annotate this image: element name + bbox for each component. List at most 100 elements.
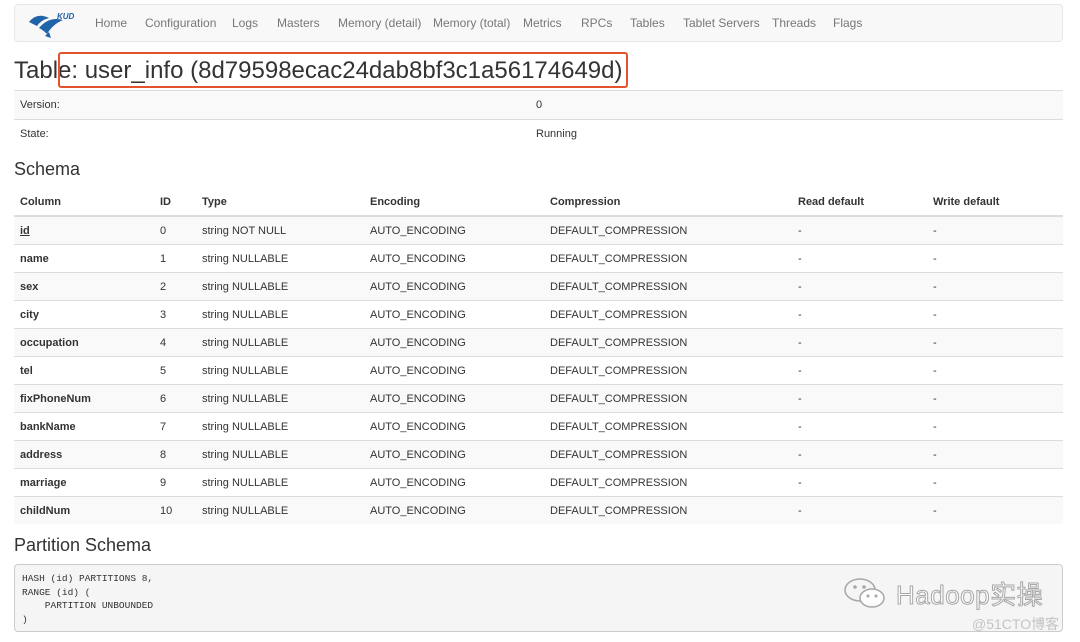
schema-cell: - (927, 496, 1063, 524)
schema-cell: string NULLABLE (196, 300, 364, 329)
nav-flags[interactable]: Flags (833, 5, 862, 41)
nav-metrics[interactable]: Metrics (523, 5, 562, 41)
column-name-cell: childNum (14, 496, 154, 524)
schema-cell: - (792, 244, 927, 273)
schema-cell: string NULLABLE (196, 328, 364, 357)
schema-cell: DEFAULT_COMPRESSION (544, 244, 792, 273)
schema-cell: - (927, 412, 1063, 441)
column-name-cell: fixPhoneNum (14, 384, 154, 413)
schema-cell: AUTO_ENCODING (364, 244, 544, 273)
partition-schema-title: Partition Schema (14, 535, 152, 555)
column-name-cell: occupation (14, 328, 154, 357)
schema-cell: DEFAULT_COMPRESSION (544, 328, 792, 357)
schema-cell: AUTO_ENCODING (364, 215, 544, 245)
schema-header-row: Column ID Type Encoding Compression Read defa… (14, 188, 1063, 217)
schema-cell: string NULLABLE (196, 356, 364, 385)
schema-cell: AUTO_ENCODING (364, 328, 544, 357)
nav-masters[interactable]: Masters (277, 5, 320, 41)
schema-cell: - (927, 272, 1063, 301)
table-row: tel 5 string NULLABLE AUTO_ENCODING DEFAULT_… (14, 356, 1063, 385)
schema-cell: 6 (154, 384, 196, 413)
table-row: marriage 9 string NULLABLE AUTO_ENCODING DEF… (14, 468, 1063, 497)
schema-cell: - (792, 215, 927, 245)
schema-cell: 1 (154, 244, 196, 273)
schema-cell: AUTO_ENCODING (364, 356, 544, 385)
schema-cell: string NULLABLE (196, 384, 364, 413)
schema-cell: string NULLABLE (196, 496, 364, 524)
schema-cell: - (927, 328, 1063, 357)
table-row: bankName 7 string NULLABLE AUTO_ENCODING DEF… (14, 412, 1063, 441)
schema-cell: string NULLABLE (196, 468, 364, 497)
info-value: Running (530, 119, 1063, 148)
watermark: Hadoop实操 (842, 576, 1043, 610)
schema-cell: DEFAULT_COMPRESSION (544, 384, 792, 413)
info-label: Version: (14, 90, 530, 120)
schema-cell: 10 (154, 496, 196, 524)
schema-header-cell: ID (154, 188, 196, 217)
schema-cell: - (927, 215, 1063, 245)
schema-cell: - (927, 356, 1063, 385)
column-name-cell: bankName (14, 412, 154, 441)
schema-cell: - (927, 300, 1063, 329)
schema-header-cell: Column (14, 188, 154, 217)
column-name-cell: city (14, 300, 154, 329)
schema-cell: DEFAULT_COMPRESSION (544, 468, 792, 497)
schema-cell: AUTO_ENCODING (364, 272, 544, 301)
column-name-cell: tel (14, 356, 154, 385)
kudu-logo[interactable]: KUDU (27, 8, 80, 40)
schema-cell: DEFAULT_COMPRESSION (544, 300, 792, 329)
schema-cell: - (927, 440, 1063, 469)
schema-cell: AUTO_ENCODING (364, 412, 544, 441)
schema-cell: - (792, 272, 927, 301)
schema-cell: string NULLABLE (196, 412, 364, 441)
schema-cell: - (927, 468, 1063, 497)
nav-threads[interactable]: Threads (772, 5, 816, 41)
schema-header-cell: Type (196, 188, 364, 217)
schema-cell: - (792, 300, 927, 329)
nav-configuration[interactable]: Configuration (145, 5, 216, 41)
schema-cell: 3 (154, 300, 196, 329)
schema-cell: DEFAULT_COMPRESSION (544, 412, 792, 441)
table-row: childNum 10 string NULLABLE AUTO_ENCODING DE… (14, 496, 1063, 524)
nav-logs[interactable]: Logs (232, 5, 258, 41)
info-row-version: Version: 0 (14, 90, 1063, 120)
table-row: address 8 string NULLABLE AUTO_ENCODING DEFA… (14, 440, 1063, 469)
schema-cell: DEFAULT_COMPRESSION (544, 215, 792, 245)
nav-memory-total[interactable]: Memory (total) (433, 5, 510, 41)
schema-cell: AUTO_ENCODING (364, 496, 544, 524)
schema-cell: AUTO_ENCODING (364, 384, 544, 413)
schema-header-cell: Compression (544, 188, 792, 217)
watermark-text: Hadoop实操 (895, 579, 1044, 610)
schema-cell: - (792, 412, 927, 441)
schema-cell: - (792, 440, 927, 469)
column-name-cell: name (14, 244, 154, 273)
schema-cell: DEFAULT_COMPRESSION (544, 272, 792, 301)
schema-cell: - (927, 384, 1063, 413)
nav-tablet-servers[interactable]: Tablet Servers (683, 5, 760, 41)
schema-cell: DEFAULT_COMPRESSION (544, 440, 792, 469)
column-name-cell: sex (14, 272, 154, 301)
schema-header-cell: Read default (792, 188, 927, 217)
schema-cell: AUTO_ENCODING (364, 468, 544, 497)
info-value: 0 (530, 90, 1063, 120)
nav-memory-detail[interactable]: Memory (detail) (338, 5, 421, 41)
table-row: occupation 4 string NULLABLE AUTO_ENCODING D… (14, 328, 1063, 357)
schema-cell: 8 (154, 440, 196, 469)
table-row: fixPhoneNum 6 string NULLABLE AUTO_ENCODING… (14, 384, 1063, 413)
nav-home[interactable]: Home (95, 5, 127, 41)
schema-cell: 9 (154, 468, 196, 497)
table-row: name 1 string NULLABLE AUTO_ENCODING DEFAULT… (14, 244, 1063, 273)
table-row: id 0 string NOT NULL AUTO_ENCODING DEFAULT_C… (14, 215, 1063, 245)
schema-title: Schema (14, 159, 81, 179)
nav-rpcs[interactable]: RPCs (581, 5, 612, 41)
watermark-site: @51CTO博客 (972, 616, 1060, 632)
schema-cell: string NULLABLE (196, 272, 364, 301)
schema-cell: 2 (154, 272, 196, 301)
highlight-annotation (58, 52, 628, 88)
nav-tables[interactable]: Tables (630, 5, 665, 41)
schema-header-cell: Write default (927, 188, 1063, 217)
schema-table: Column ID Type Encoding Compression Read defa… (14, 188, 1063, 524)
table-row: city 3 string NULLABLE AUTO_ENCODING DEFAULT… (14, 300, 1063, 329)
schema-cell: - (792, 468, 927, 497)
schema-header-cell: Encoding (364, 188, 544, 217)
